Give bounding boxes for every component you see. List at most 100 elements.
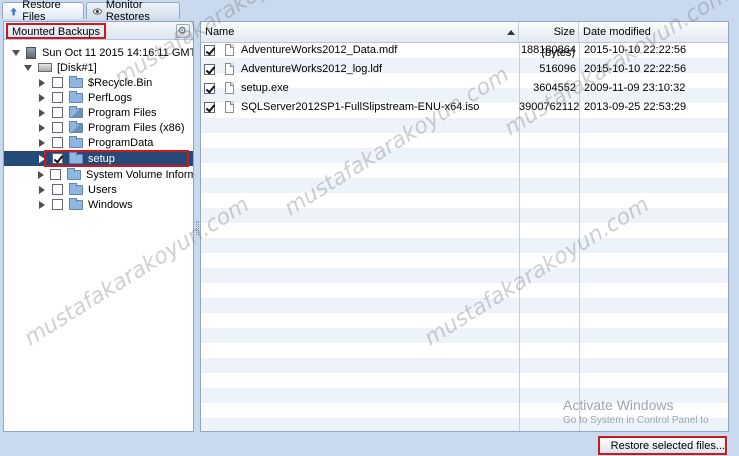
tree-node-folder[interactable]: Users <box>4 182 193 197</box>
file-icon <box>225 63 234 75</box>
file-checkbox[interactable] <box>204 102 215 113</box>
column-header-size[interactable]: Size (bytes) <box>519 22 579 59</box>
activate-windows-title: Activate Windows <box>563 397 674 413</box>
grid-row-stripe <box>201 223 728 238</box>
file-size: 3604552 <box>533 82 576 94</box>
folder-label: ProgramData <box>88 136 154 149</box>
tree-node-folder[interactable]: Program Files <box>4 105 193 120</box>
tab-bar: Restore Files Monitor Restores <box>0 0 739 23</box>
grid-row-stripe <box>201 118 728 133</box>
chevron-right-icon[interactable] <box>38 78 46 88</box>
tree-node-folder[interactable]: Program Files (x86) <box>4 120 193 135</box>
tree-node-folder[interactable]: Windows <box>4 197 193 212</box>
folder-label: setup <box>88 152 115 165</box>
folder-label: System Volume Informa... <box>86 168 193 181</box>
folder-checkbox[interactable] <box>52 137 63 148</box>
splitter-grip-icon[interactable] <box>196 221 199 235</box>
tree-node-folder[interactable]: System Volume Informa... <box>4 167 193 182</box>
restore-selected-files-label: Restore selected files... <box>610 439 725 452</box>
grid-row-stripe <box>201 358 728 373</box>
tree-node-disk[interactable]: [Disk#1] <box>4 60 193 75</box>
table-row[interactable]: AdventureWorks2012_log.ldf 516096 2015-1… <box>201 62 728 77</box>
chevron-right-icon[interactable] <box>38 170 44 180</box>
settings-icon[interactable] <box>176 24 190 38</box>
grid-row-stripe <box>201 193 728 208</box>
restore-arrow-icon <box>10 7 17 15</box>
chevron-right-icon[interactable] <box>38 154 46 164</box>
table-row[interactable]: setup.exe 3604552 2009-11-09 23:10:32 <box>201 81 728 96</box>
tab-restore-files[interactable]: Restore Files <box>2 0 84 23</box>
chevron-right-icon[interactable] <box>38 93 46 103</box>
sort-ascending-icon[interactable] <box>507 30 515 35</box>
folder-checkbox[interactable] <box>52 92 63 103</box>
grid-row-stripe <box>201 373 728 388</box>
table-row[interactable]: AdventureWorks2012_Data.mdf 188180864 20… <box>201 43 728 58</box>
chevron-down-icon[interactable] <box>24 63 32 73</box>
folder-icon <box>69 135 83 148</box>
folder-checkbox[interactable] <box>52 153 63 164</box>
folder-icon <box>69 120 83 133</box>
tab-monitor-restores[interactable]: Monitor Restores <box>86 0 180 23</box>
grid-row-stripe <box>201 283 728 298</box>
folder-label: Program Files (x86) <box>88 121 185 134</box>
grid-row-stripe <box>201 268 728 283</box>
disk-icon <box>38 63 52 72</box>
grid-row-stripe <box>201 208 728 223</box>
tree-node-folder[interactable]: $Recycle.Bin <box>4 75 193 90</box>
folder-checkbox[interactable] <box>52 184 63 195</box>
eye-icon <box>93 8 102 14</box>
folder-label: Program Files <box>88 106 157 119</box>
server-icon <box>26 46 36 59</box>
folder-label: Windows <box>88 198 133 211</box>
folder-icon <box>69 151 83 164</box>
column-header-name[interactable]: Name <box>201 22 519 43</box>
folder-icon <box>69 105 83 118</box>
folder-icon <box>69 90 83 103</box>
folder-icon <box>69 75 83 88</box>
file-name: setup.exe <box>241 82 289 94</box>
file-grid-panel: Name Size (bytes) Date modified Adventur… <box>200 21 729 432</box>
file-size: 188180864 <box>520 44 576 56</box>
folder-checkbox[interactable] <box>52 107 63 118</box>
grid-row-stripe <box>201 238 728 253</box>
bottom-bar: Restore selected files... <box>0 433 739 456</box>
tree-node-folder[interactable]: ProgramData <box>4 135 193 150</box>
grid-row-stripe <box>201 163 728 178</box>
chevron-right-icon[interactable] <box>38 123 46 133</box>
tree-node-backup[interactable]: Sun Oct 11 2015 14:16:11 GMT+... <box>4 45 193 60</box>
tree-node-folder-selected[interactable]: setup <box>4 151 193 166</box>
chevron-right-icon[interactable] <box>38 108 46 118</box>
grid-row-stripe <box>201 313 728 328</box>
chevron-right-icon[interactable] <box>38 200 46 210</box>
disk-label: [Disk#1] <box>57 61 97 74</box>
folder-checkbox[interactable] <box>52 77 63 88</box>
file-checkbox[interactable] <box>204 64 215 75</box>
file-name: AdventureWorks2012_Data.mdf <box>241 44 398 56</box>
grid-body: AdventureWorks2012_Data.mdf 188180864 20… <box>201 43 728 431</box>
column-header-date[interactable]: Date modified <box>579 22 728 43</box>
file-checkbox[interactable] <box>204 45 215 56</box>
file-checkbox[interactable] <box>204 83 215 94</box>
folder-icon <box>67 167 81 180</box>
chevron-right-icon[interactable] <box>38 185 46 195</box>
folder-checkbox[interactable] <box>52 122 63 133</box>
grid-row-stripe <box>201 178 728 193</box>
folder-label: $Recycle.Bin <box>88 76 153 89</box>
file-icon <box>225 44 234 56</box>
folder-icon <box>69 197 83 210</box>
file-size: 516096 <box>539 63 576 75</box>
chevron-right-icon[interactable] <box>38 138 46 148</box>
file-date: 2009-11-09 23:10:32 <box>584 82 686 94</box>
grid-row-stripe <box>201 343 728 358</box>
file-icon <box>225 82 234 94</box>
folder-icon <box>69 182 83 195</box>
folder-label: Users <box>88 183 117 196</box>
folder-checkbox[interactable] <box>50 169 61 180</box>
restore-selected-files-button[interactable]: Restore selected files... <box>598 436 727 455</box>
table-row[interactable]: SQLServer2012SP1-FullSlipstream-ENU-x64.… <box>201 100 728 115</box>
grid-row-stripe <box>201 148 728 163</box>
chevron-down-icon[interactable] <box>12 48 20 58</box>
tree-node-folder[interactable]: PerfLogs <box>4 90 193 105</box>
folder-checkbox[interactable] <box>52 199 63 210</box>
grid-header: Name Size (bytes) Date modified <box>201 22 728 59</box>
